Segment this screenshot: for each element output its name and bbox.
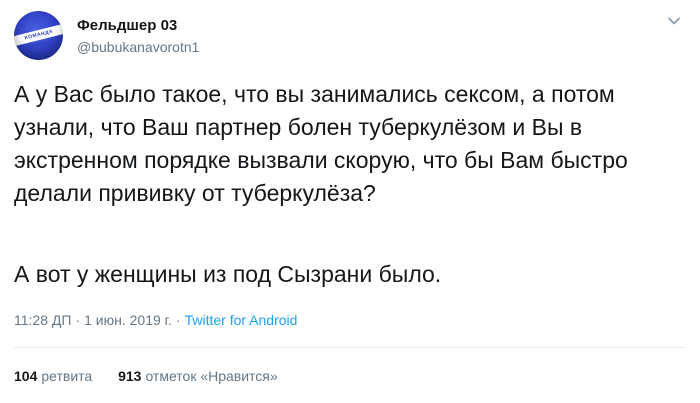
author-handle[interactable]: @bubukanavorotn1 — [77, 39, 199, 55]
tweet-header: КОМАНДА ПОМОЩИ Фельдшер 03 @bubukanavoro… — [14, 11, 686, 61]
author-display-name[interactable]: Фельдшер 03 — [77, 17, 177, 34]
tweet-text-paragraph-1: А у Вас было такое, что вы занимались се… — [14, 81, 628, 206]
likes-label: отметок «Нравится» — [145, 368, 278, 384]
tweet-meta: 11:28 ДП · 1 июн. 2019 г. · Twitter for Andr… — [14, 312, 297, 328]
retweets-count: 104 — [14, 368, 38, 384]
tweet-text: А у Вас было такое, что вы занимались се… — [14, 78, 690, 210]
tweet-source-link[interactable]: Twitter for Android — [185, 312, 298, 328]
tweet-time[interactable]: 11:28 ДП — [14, 312, 71, 328]
meta-separator: · — [75, 312, 81, 328]
likes-stat[interactable]: 913 отметок «Нравится» — [118, 368, 278, 384]
avatar[interactable]: КОМАНДА ПОМОЩИ — [14, 11, 63, 60]
likes-count: 913 — [118, 368, 142, 384]
divider — [14, 347, 686, 348]
meta-separator: · — [175, 312, 181, 328]
tweet-stats: 104 ретвита 913 отметок «Нравится» — [14, 368, 300, 384]
avatar-shade — [14, 11, 63, 60]
tweet-text-paragraph-2: А вот у женщины из под Сызрани было. — [14, 261, 442, 287]
tweet-card: КОМАНДА ПОМОЩИ Фельдшер 03 @bubukanavoro… — [0, 0, 700, 403]
retweets-stat[interactable]: 104 ретвита — [14, 368, 92, 384]
tweet-date[interactable]: 1 июн. 2019 г. — [84, 312, 172, 328]
chevron-down-icon[interactable] — [666, 13, 682, 29]
retweets-label: ретвита — [41, 368, 93, 384]
